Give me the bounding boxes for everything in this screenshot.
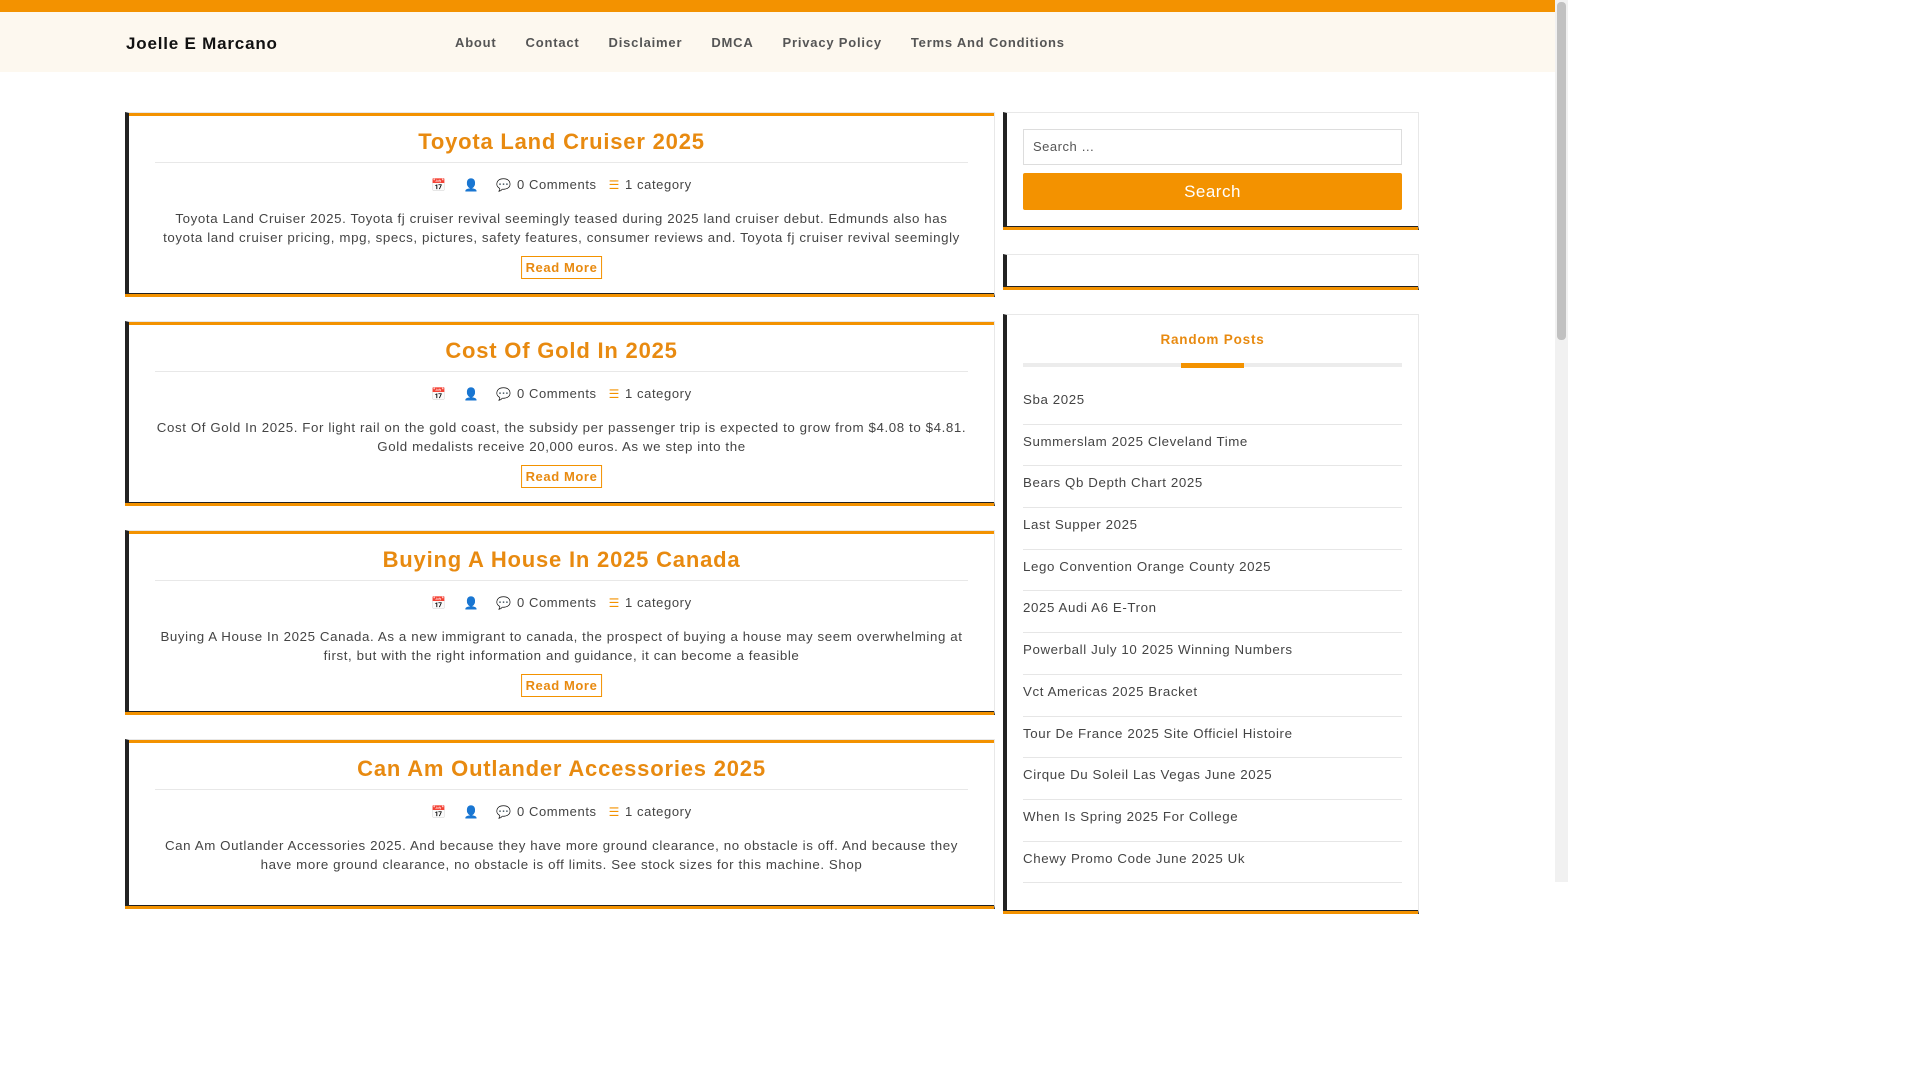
comment-count[interactable]: 0 Comments	[517, 595, 597, 610]
comment-count[interactable]: 0 Comments	[517, 804, 597, 819]
post-excerpt: Can Am Outlander Accessories 2025. And b…	[164, 838, 958, 872]
category-link[interactable]: 1 category	[625, 804, 692, 819]
search-button[interactable]: Search	[1023, 173, 1402, 210]
scrollbar-thumb[interactable]	[1557, 2, 1566, 340]
list-icon: ☰	[608, 595, 620, 610]
list-item[interactable]: Summerslam 2025 Cleveland Time	[1023, 425, 1402, 467]
random-posts-widget: Random Posts Sba 2025 Summerslam 2025 Cl…	[1003, 314, 1419, 914]
random-posts-list: Sba 2025 Summerslam 2025 Cleveland Time …	[1023, 383, 1402, 884]
divider	[155, 789, 968, 790]
post-meta: 📅 👤 💬 0 Comments ☰ 1 category	[129, 177, 994, 192]
nav-privacy-policy[interactable]: Privacy Policy	[783, 35, 882, 50]
list-item[interactable]: Chewy Promo Code June 2025 Uk	[1023, 842, 1402, 884]
nav-disclaimer[interactable]: Disclaimer	[609, 35, 683, 50]
post-card: Can Am Outlander Accessories 2025 📅 👤 💬 0…	[125, 739, 995, 909]
list-item[interactable]: Powerball July 10 2025 Winning Numbers	[1023, 633, 1402, 675]
widget-title: Random Posts	[1160, 332, 1265, 347]
user-icon[interactable]: 👤	[464, 387, 480, 401]
calendar-icon[interactable]: 📅	[431, 596, 447, 610]
comments-icon: 💬	[496, 386, 512, 401]
site-header: Joelle E Marcano About Contact Disclaime…	[0, 12, 1555, 72]
nav-terms[interactable]: Terms And Conditions	[911, 35, 1065, 50]
list-item[interactable]: Bears Qb Depth Chart 2025	[1023, 466, 1402, 509]
divider	[155, 580, 968, 581]
calendar-icon[interactable]: 📅	[431, 178, 447, 192]
post-card: Cost Of Gold In 2025 📅 👤 💬 0 Comments ☰ 1 …	[125, 321, 995, 506]
post-title[interactable]: Can Am Outlander Accessories 2025	[129, 756, 994, 782]
list-item[interactable]: Last Supper 2025	[1023, 508, 1402, 550]
main-nav: About Contact Disclaimer DMCA Privacy Po…	[455, 35, 1094, 50]
comments-icon: 💬	[496, 595, 512, 610]
category-link[interactable]: 1 category	[625, 595, 692, 610]
post-card: Buying A House In 2025 Canada 📅 👤 💬 0 Com…	[125, 530, 995, 715]
divider	[155, 371, 968, 372]
category-link[interactable]: 1 category	[625, 177, 692, 192]
list-item[interactable]: Tour De France 2025 Site Officiel Histoi…	[1023, 717, 1402, 759]
site-title[interactable]: Joelle E Marcano	[126, 34, 278, 54]
empty-widget	[1003, 254, 1419, 290]
post-title[interactable]: Cost Of Gold In 2025	[129, 338, 994, 364]
post-meta: 📅 👤 💬 0 Comments ☰ 1 category	[129, 595, 994, 610]
nav-contact[interactable]: Contact	[526, 35, 580, 50]
list-icon: ☰	[608, 804, 620, 819]
user-icon[interactable]: 👤	[464, 596, 480, 610]
nav-dmca[interactable]: DMCA	[711, 35, 753, 50]
search-widget: Search … Search	[1003, 112, 1419, 230]
post-meta: 📅 👤 💬 0 Comments ☰ 1 category	[129, 804, 994, 819]
search-input[interactable]: Search …	[1023, 129, 1402, 165]
post-title[interactable]: Toyota Land Cruiser 2025	[129, 129, 994, 155]
calendar-icon[interactable]: 📅	[431, 387, 447, 401]
post-card: Toyota Land Cruiser 2025 📅 👤 💬 0 Comments…	[125, 112, 995, 297]
post-excerpt: Toyota Land Cruiser 2025. Toyota fj crui…	[163, 211, 960, 245]
list-item[interactable]: Lego Convention Orange County 2025	[1023, 550, 1402, 592]
nav-about[interactable]: About	[455, 35, 497, 50]
comments-icon: 💬	[496, 804, 512, 819]
post-meta: 📅 👤 💬 0 Comments ☰ 1 category	[129, 386, 994, 401]
list-item[interactable]: Sba 2025	[1023, 383, 1402, 425]
calendar-icon[interactable]: 📅	[431, 805, 447, 819]
divider	[155, 162, 968, 163]
comment-count[interactable]: 0 Comments	[517, 177, 597, 192]
title-underline	[1181, 363, 1244, 368]
list-icon: ☰	[608, 386, 620, 401]
read-more-button[interactable]: Read More	[520, 256, 603, 279]
post-excerpt: Cost Of Gold In 2025. For light rail on …	[156, 420, 967, 454]
post-title[interactable]: Buying A House In 2025 Canada	[129, 547, 994, 573]
comments-icon: 💬	[496, 177, 512, 192]
top-accent-bar	[0, 0, 1555, 12]
list-item[interactable]: Cirque Du Soleil Las Vegas June 2025	[1023, 758, 1402, 800]
category-link[interactable]: 1 category	[625, 386, 692, 401]
comment-count[interactable]: 0 Comments	[517, 386, 597, 401]
list-item[interactable]: 2025 Audi A6 E-Tron	[1023, 591, 1402, 634]
list-item[interactable]: Vct Americas 2025 Bracket	[1023, 675, 1402, 717]
read-more-button[interactable]: Read More	[520, 465, 603, 488]
read-more-button[interactable]: Read More	[520, 674, 603, 697]
post-excerpt: Buying A House In 2025 Canada. As a new …	[160, 629, 963, 663]
list-item[interactable]: When Is Spring 2025 For College	[1023, 800, 1402, 842]
list-icon: ☰	[608, 177, 620, 192]
user-icon[interactable]: 👤	[464, 805, 480, 819]
user-icon[interactable]: 👤	[464, 178, 480, 192]
